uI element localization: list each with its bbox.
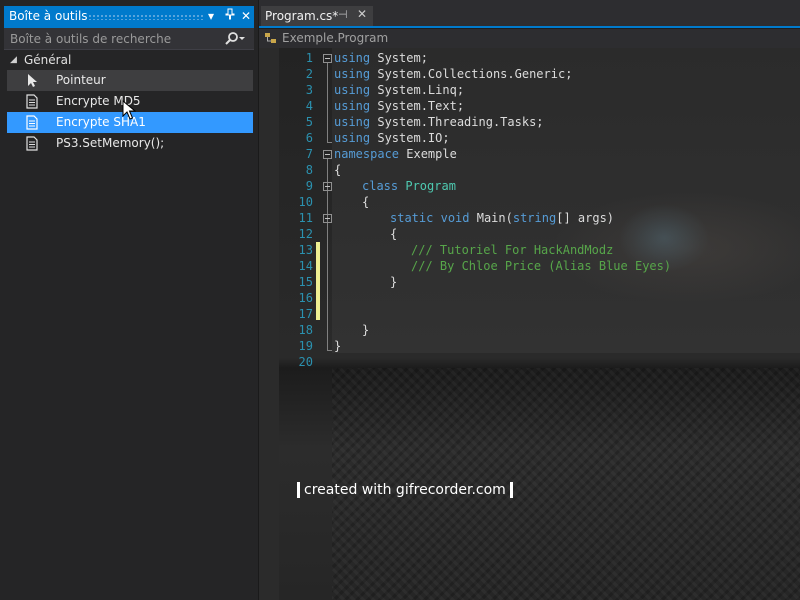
collapse-namespace-icon[interactable] bbox=[323, 150, 332, 159]
tab-program-cs[interactable]: Program.cs* ⊣ ✕ bbox=[261, 6, 373, 26]
code-text-area[interactable]: 1 2 3 4 5 6 7 8 9 10 11 12 13 14 15 16 1… bbox=[259, 48, 800, 600]
mouse-cursor-icon bbox=[122, 100, 136, 120]
document-icon bbox=[25, 136, 39, 151]
document-icon bbox=[25, 94, 39, 109]
collapse-triangle-icon[interactable]: ◢ bbox=[10, 55, 17, 65]
line-number: 11 bbox=[298, 211, 313, 225]
line-number: 17 bbox=[298, 307, 313, 321]
close-icon[interactable]: ✕ bbox=[357, 7, 367, 21]
pointer-icon bbox=[25, 73, 39, 88]
code-comment: /// Tutoriel For HackAndModz bbox=[411, 243, 614, 257]
item-label: PS3.SetMemory(); bbox=[56, 136, 165, 150]
code-line: using System; bbox=[334, 51, 428, 65]
pin-icon[interactable]: ⊣ bbox=[338, 8, 348, 21]
code-line: static void Main(string[] args) bbox=[390, 211, 615, 225]
code-line: using System.IO; bbox=[334, 131, 450, 145]
line-number: 6 bbox=[305, 131, 313, 145]
toolbox-item-pointer[interactable]: Pointeur bbox=[7, 70, 253, 91]
collapse-method-icon[interactable] bbox=[323, 214, 332, 223]
dropdown-icon[interactable]: ▾ bbox=[203, 8, 219, 24]
watermark-bar bbox=[297, 482, 300, 498]
line-number: 1 bbox=[305, 51, 313, 65]
code-line: namespace Exemple bbox=[334, 147, 457, 161]
code-line: using System.Collections.Generic; bbox=[334, 67, 573, 81]
line-number: 10 bbox=[298, 195, 313, 209]
code-line: } bbox=[362, 323, 370, 337]
toolbox-title: Boîte à outils bbox=[9, 9, 88, 23]
toolbox-group-general[interactable]: ◢ Général bbox=[4, 52, 254, 70]
line-number: 19 bbox=[298, 339, 313, 353]
line-number: 9 bbox=[305, 179, 313, 193]
line-number: 3 bbox=[305, 83, 313, 97]
toolbox-item-ps3-setmemory[interactable]: PS3.SetMemory(); bbox=[7, 133, 253, 154]
toolbox-search bbox=[4, 28, 254, 50]
code-line: { bbox=[362, 195, 370, 209]
document-icon bbox=[25, 115, 39, 130]
line-number: 20 bbox=[298, 355, 313, 369]
item-label: Pointeur bbox=[56, 73, 106, 87]
document-tab-bar: Program.cs* ⊣ ✕ bbox=[259, 0, 800, 28]
group-label: Général bbox=[24, 53, 72, 67]
line-number: 13 bbox=[298, 243, 313, 257]
toolbox-title-bar[interactable]: Boîte à outils ▾ ✕ bbox=[4, 6, 254, 28]
code-line: using System.Threading.Tasks; bbox=[334, 115, 544, 129]
line-number: 8 bbox=[305, 163, 313, 177]
code-line: { bbox=[334, 163, 342, 177]
line-number: 5 bbox=[305, 115, 313, 129]
line-number: 4 bbox=[305, 99, 313, 113]
pin-icon[interactable] bbox=[222, 8, 238, 24]
code-comment: /// By Chloe Price (Alias Blue Eyes) bbox=[411, 259, 672, 273]
tab-label: Program.cs* bbox=[265, 9, 339, 23]
code-line: class Program bbox=[362, 179, 456, 193]
collapse-usings-icon[interactable] bbox=[323, 54, 332, 63]
drag-grip[interactable] bbox=[88, 14, 204, 20]
line-number: 18 bbox=[298, 323, 313, 337]
outline-guide bbox=[327, 63, 328, 142]
line-number: 2 bbox=[305, 67, 313, 81]
close-icon[interactable]: ✕ bbox=[238, 8, 254, 24]
code-line: using System.Linq; bbox=[334, 83, 465, 97]
line-number: 7 bbox=[305, 147, 313, 161]
search-icon[interactable] bbox=[224, 31, 246, 47]
watermark: created with gifrecorder.com bbox=[293, 480, 517, 500]
watermark-bar bbox=[509, 482, 513, 498]
code-editor: Program.cs* ⊣ ✕ Exemple.Program 1 2 3 4 … bbox=[259, 0, 800, 600]
navigation-bar: Exemple.Program bbox=[259, 29, 800, 49]
line-number: 14 bbox=[298, 259, 313, 273]
indicator-margin bbox=[259, 48, 279, 600]
type-dropdown[interactable]: Exemple.Program bbox=[282, 31, 388, 45]
collapse-class-icon[interactable] bbox=[323, 182, 332, 191]
outline-guide-end bbox=[327, 350, 332, 351]
code-line: } bbox=[334, 339, 342, 353]
code-line: { bbox=[390, 227, 398, 241]
search-input[interactable] bbox=[4, 28, 231, 49]
code-line: using System.Text; bbox=[334, 99, 465, 113]
line-number: 15 bbox=[298, 275, 313, 289]
toolbox-panel: Boîte à outils ▾ ✕ ◢ Général Pointeur bbox=[0, 0, 259, 600]
change-marker bbox=[316, 242, 320, 320]
class-icon bbox=[264, 32, 278, 45]
outline-guide-end bbox=[327, 142, 332, 143]
line-number: 12 bbox=[298, 227, 313, 241]
code-line: } bbox=[390, 275, 398, 289]
line-number: 16 bbox=[298, 291, 313, 305]
